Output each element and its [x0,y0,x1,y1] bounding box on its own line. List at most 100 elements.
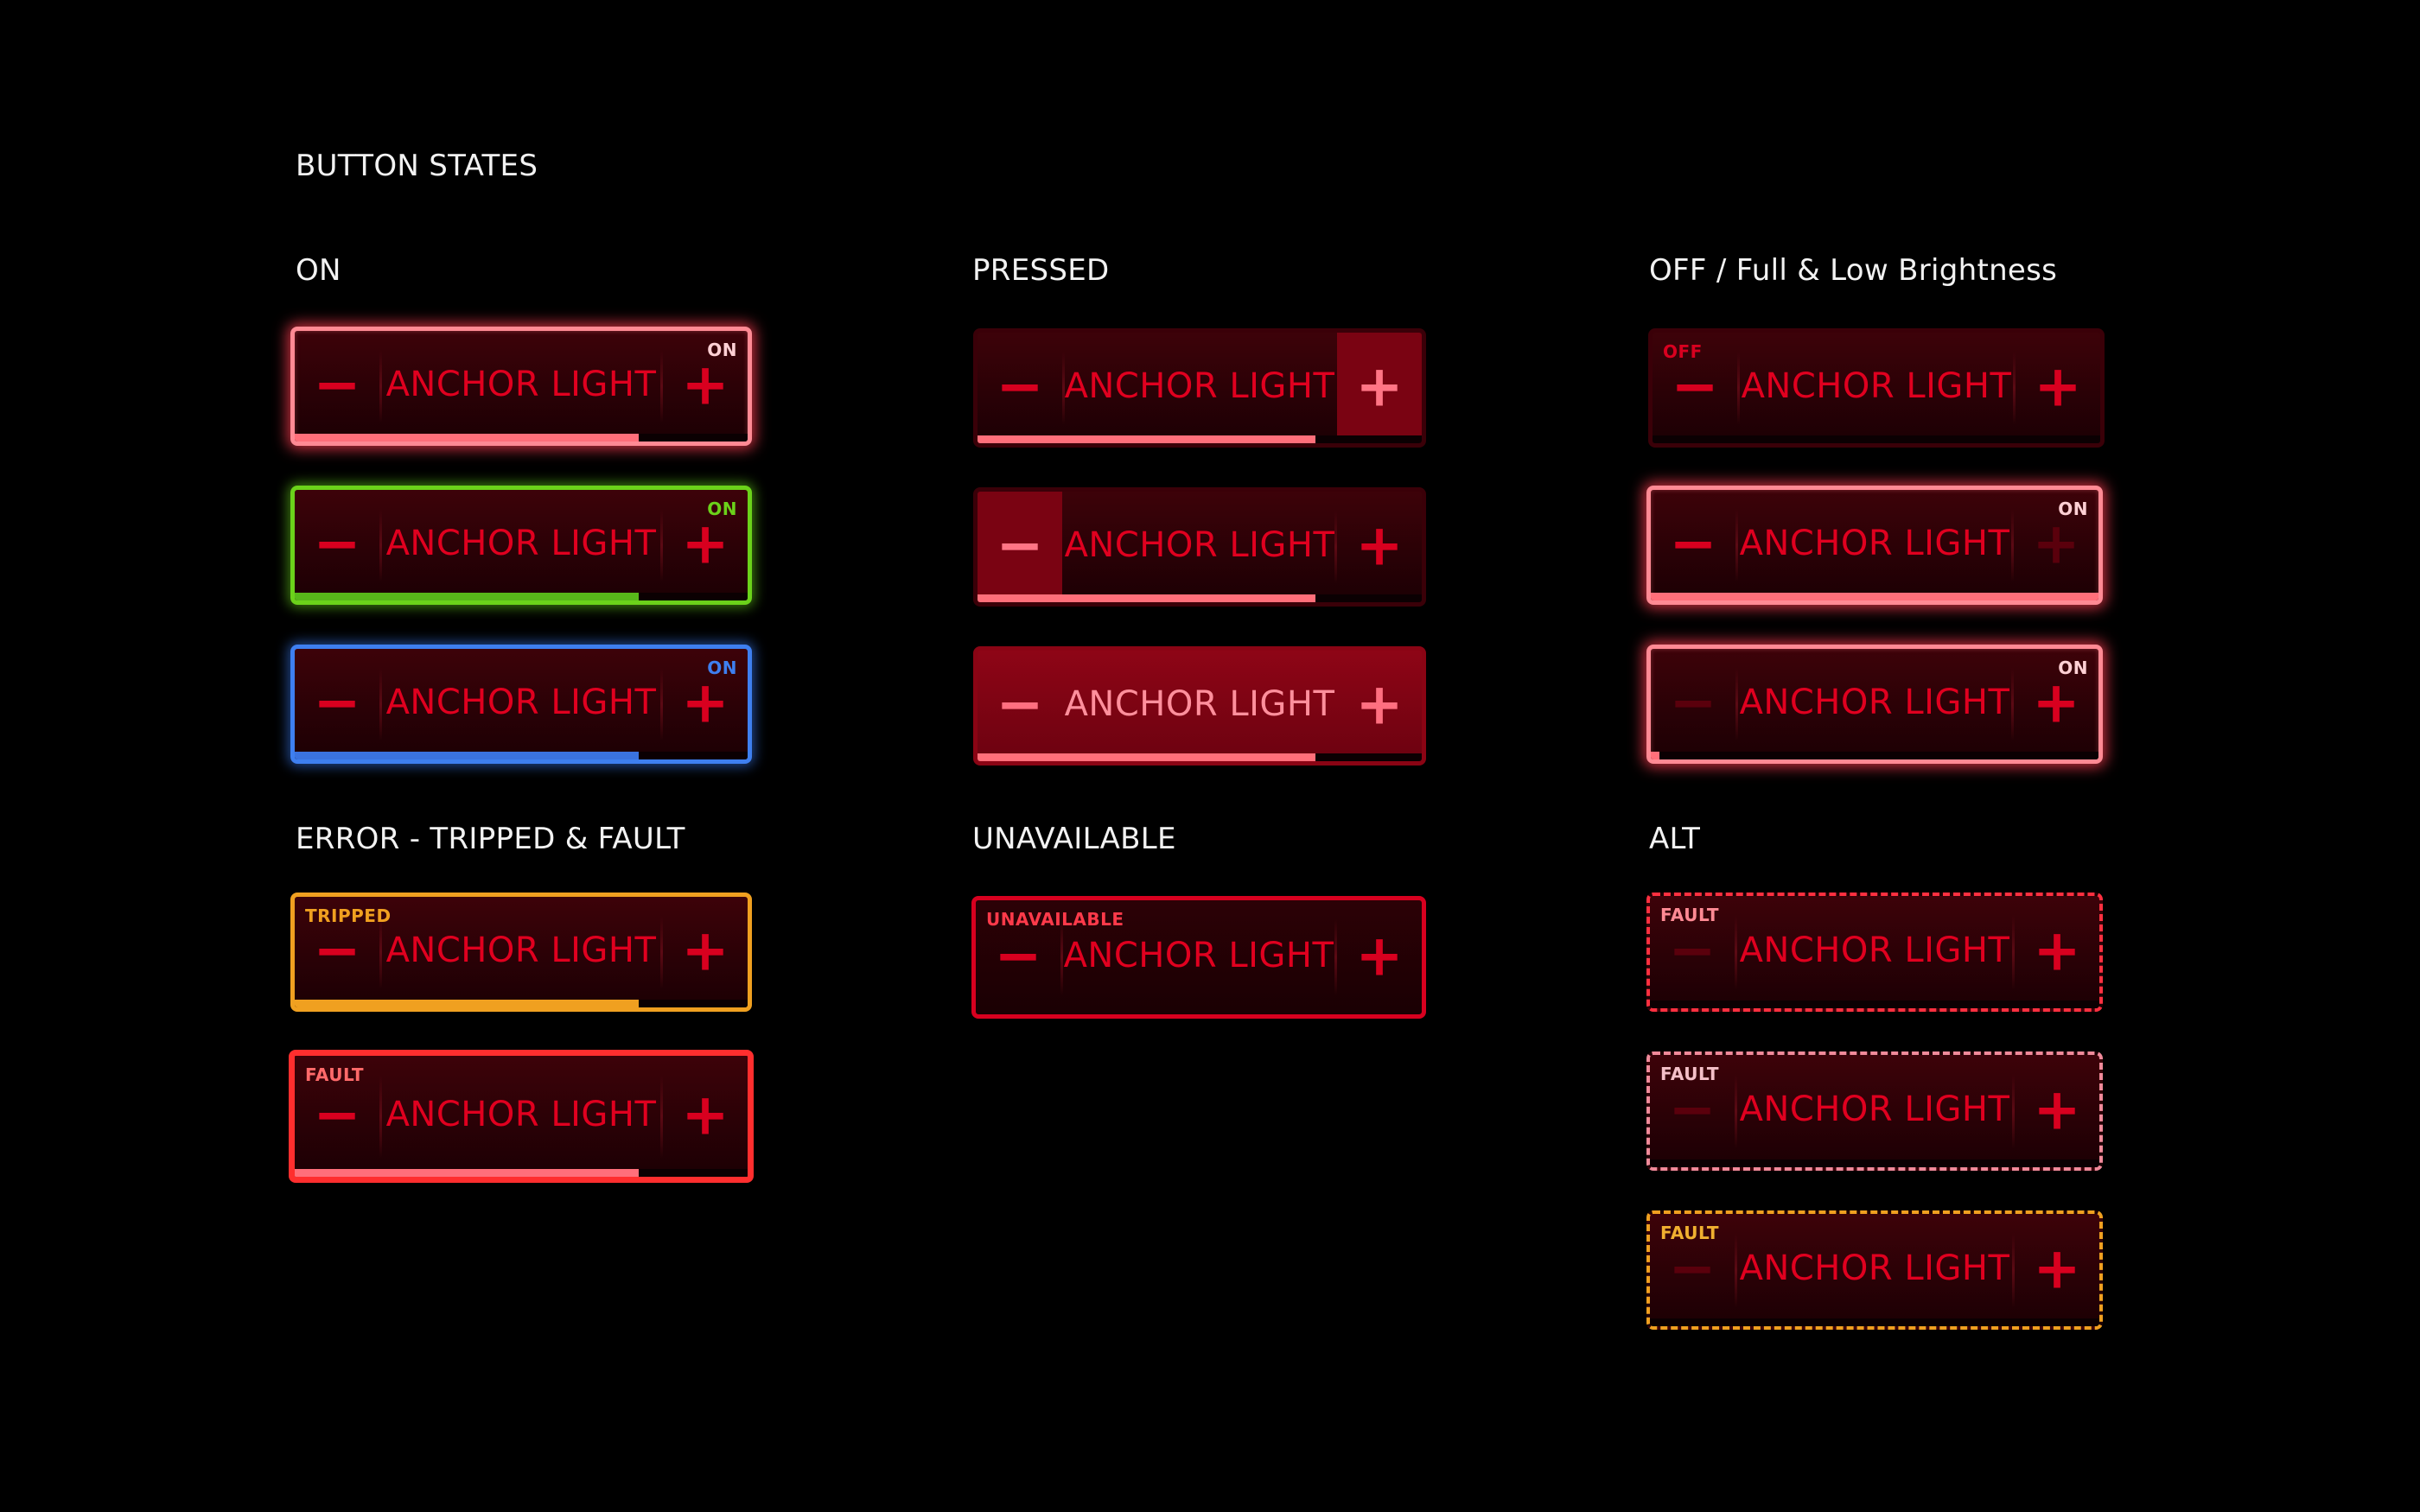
brightness-bar [1651,593,2098,600]
section-title-alt: ALT [1649,822,1701,856]
plus-icon: + [2032,669,2080,736]
anchor-light-button-pressed-label[interactable]: − ANCHOR LIGHT + [973,646,1426,766]
decrease-button[interactable]: − [1651,649,1735,759]
section-title-pressed: PRESSED [972,253,1110,288]
brightness-bar [295,752,640,759]
button-label: ANCHOR LIGHT [1741,366,2012,407]
brightness-bar [295,1000,640,1007]
status-badge: TRIPPED [305,905,392,926]
anchor-light-button-on-red[interactable]: − ANCHOR LIGHT + ON [290,327,752,446]
brightness-bar [295,434,640,442]
anchor-light-button-full-brightness[interactable]: − ANCHOR LIGHT + ON [1646,486,2103,605]
plus-icon: + [2034,353,2082,420]
minus-icon: − [996,670,1044,738]
brightness-bar [1651,752,1660,759]
section-title-error: ERROR - TRIPPED & FAULT [296,822,685,856]
decrease-button[interactable]: − [295,649,379,759]
minus-icon: − [313,510,361,577]
status-badge: FAULT [305,1064,365,1085]
minus-icon: − [313,1081,361,1148]
button-label: ANCHOR LIGHT [385,931,657,971]
anchor-light-button-pressed-minus[interactable]: − ANCHOR LIGHT + [973,487,1426,607]
page-title: BUTTON STATES [296,149,538,183]
brightness-bar [295,1169,640,1177]
anchor-light-button-fault[interactable]: − ANCHOR LIGHT + FAULT [289,1050,754,1183]
section-title-off: OFF / Full & Low Brightness [1649,253,2058,288]
minus-icon: − [1668,1076,1716,1143]
anchor-light-button-alt-fault-red[interactable]: − ANCHOR LIGHT + FAULT [1646,893,2103,1012]
anchor-light-button-alt-fault-orange[interactable]: − ANCHOR LIGHT + FAULT [1646,1210,2103,1330]
anchor-light-button-tripped[interactable]: − ANCHOR LIGHT + TRIPPED [290,893,752,1012]
minus-icon: − [313,917,361,984]
increase-button[interactable]: + [1337,492,1422,602]
section-title-on: ON [296,253,341,288]
plus-icon: + [1355,511,1404,579]
increase-button[interactable]: + [1337,333,1422,443]
plus-icon: + [2032,510,2080,577]
minus-icon: − [1671,353,1719,420]
decrease-button[interactable]: − [295,331,379,442]
anchor-light-button-pressed-plus[interactable]: − ANCHOR LIGHT + [973,328,1426,448]
increase-button: + [1337,900,1422,1014]
button-label: ANCHOR LIGHT [385,683,657,723]
plus-icon: + [681,669,729,736]
status-badge: OFF [1663,341,1703,362]
status-badge: FAULT [1660,1064,1720,1084]
increase-button[interactable]: + [663,897,748,1007]
decrease-button[interactable]: − [978,651,1062,761]
plus-icon: + [2033,1076,2081,1143]
minus-icon: − [1669,510,1717,577]
anchor-light-button-on-green[interactable]: − ANCHOR LIGHT + ON [290,486,752,605]
status-badge: UNAVAILABLE [986,909,1124,930]
increase-button[interactable]: + [2016,333,2100,443]
decrease-button[interactable]: − [1651,490,1735,600]
status-badge: ON [707,658,737,678]
minus-icon: − [1668,1235,1716,1302]
increase-button[interactable]: + [663,1056,748,1177]
brightness-bar [978,753,1315,761]
button-label: ANCHOR LIGHT [385,524,657,564]
increase-button[interactable]: + [1337,651,1422,761]
button-label: ANCHOR LIGHT [385,1095,657,1135]
minus-icon: − [1669,669,1717,736]
status-badge: ON [2058,499,2088,519]
minus-icon: − [996,511,1044,579]
button-label: ANCHOR LIGHT [1739,1248,2010,1289]
button-label: ANCHOR LIGHT [1739,683,2010,723]
button-label: ANCHOR LIGHT [385,365,657,405]
anchor-light-button-off[interactable]: − ANCHOR LIGHT + OFF [1648,328,2105,448]
anchor-light-button-alt-fault-pink[interactable]: − ANCHOR LIGHT + FAULT [1646,1051,2103,1171]
decrease-button[interactable]: − [295,490,379,600]
plus-icon: + [681,917,729,984]
plus-icon: + [1355,922,1404,989]
anchor-light-button-on-blue[interactable]: − ANCHOR LIGHT + ON [290,645,752,764]
button-label: ANCHOR LIGHT [1063,936,1334,976]
button-label: ANCHOR LIGHT [1064,525,1335,566]
increase-button[interactable]: + [2015,1214,2099,1326]
button-label: ANCHOR LIGHT [1064,366,1335,407]
anchor-light-button-low-brightness[interactable]: − ANCHOR LIGHT + ON [1646,645,2103,764]
plus-icon: + [2033,917,2081,984]
plus-icon: + [1355,670,1404,738]
decrease-button[interactable]: − [978,333,1062,443]
increase-button[interactable]: + [2015,1055,2099,1167]
plus-icon: + [1355,353,1404,420]
status-badge: ON [2058,658,2088,678]
status-badge: FAULT [1660,905,1720,925]
status-badge: ON [707,499,737,519]
increase-button[interactable]: + [2015,896,2099,1008]
brightness-bar [978,435,1315,443]
button-label: ANCHOR LIGHT [1739,524,2010,564]
minus-icon: − [994,922,1042,989]
brightness-bar [978,594,1315,602]
button-label: ANCHOR LIGHT [1739,931,2010,971]
decrease-button[interactable]: − [978,492,1062,602]
section-title-unavailable: UNAVAILABLE [972,822,1176,856]
anchor-light-button-unavailable: − ANCHOR LIGHT + UNAVAILABLE [971,896,1426,1019]
plus-icon: + [681,351,729,418]
status-badge: FAULT [1660,1223,1720,1243]
plus-icon: + [681,1081,729,1148]
status-badge: ON [707,340,737,360]
plus-icon: + [681,510,729,577]
brightness-bar [295,593,640,600]
